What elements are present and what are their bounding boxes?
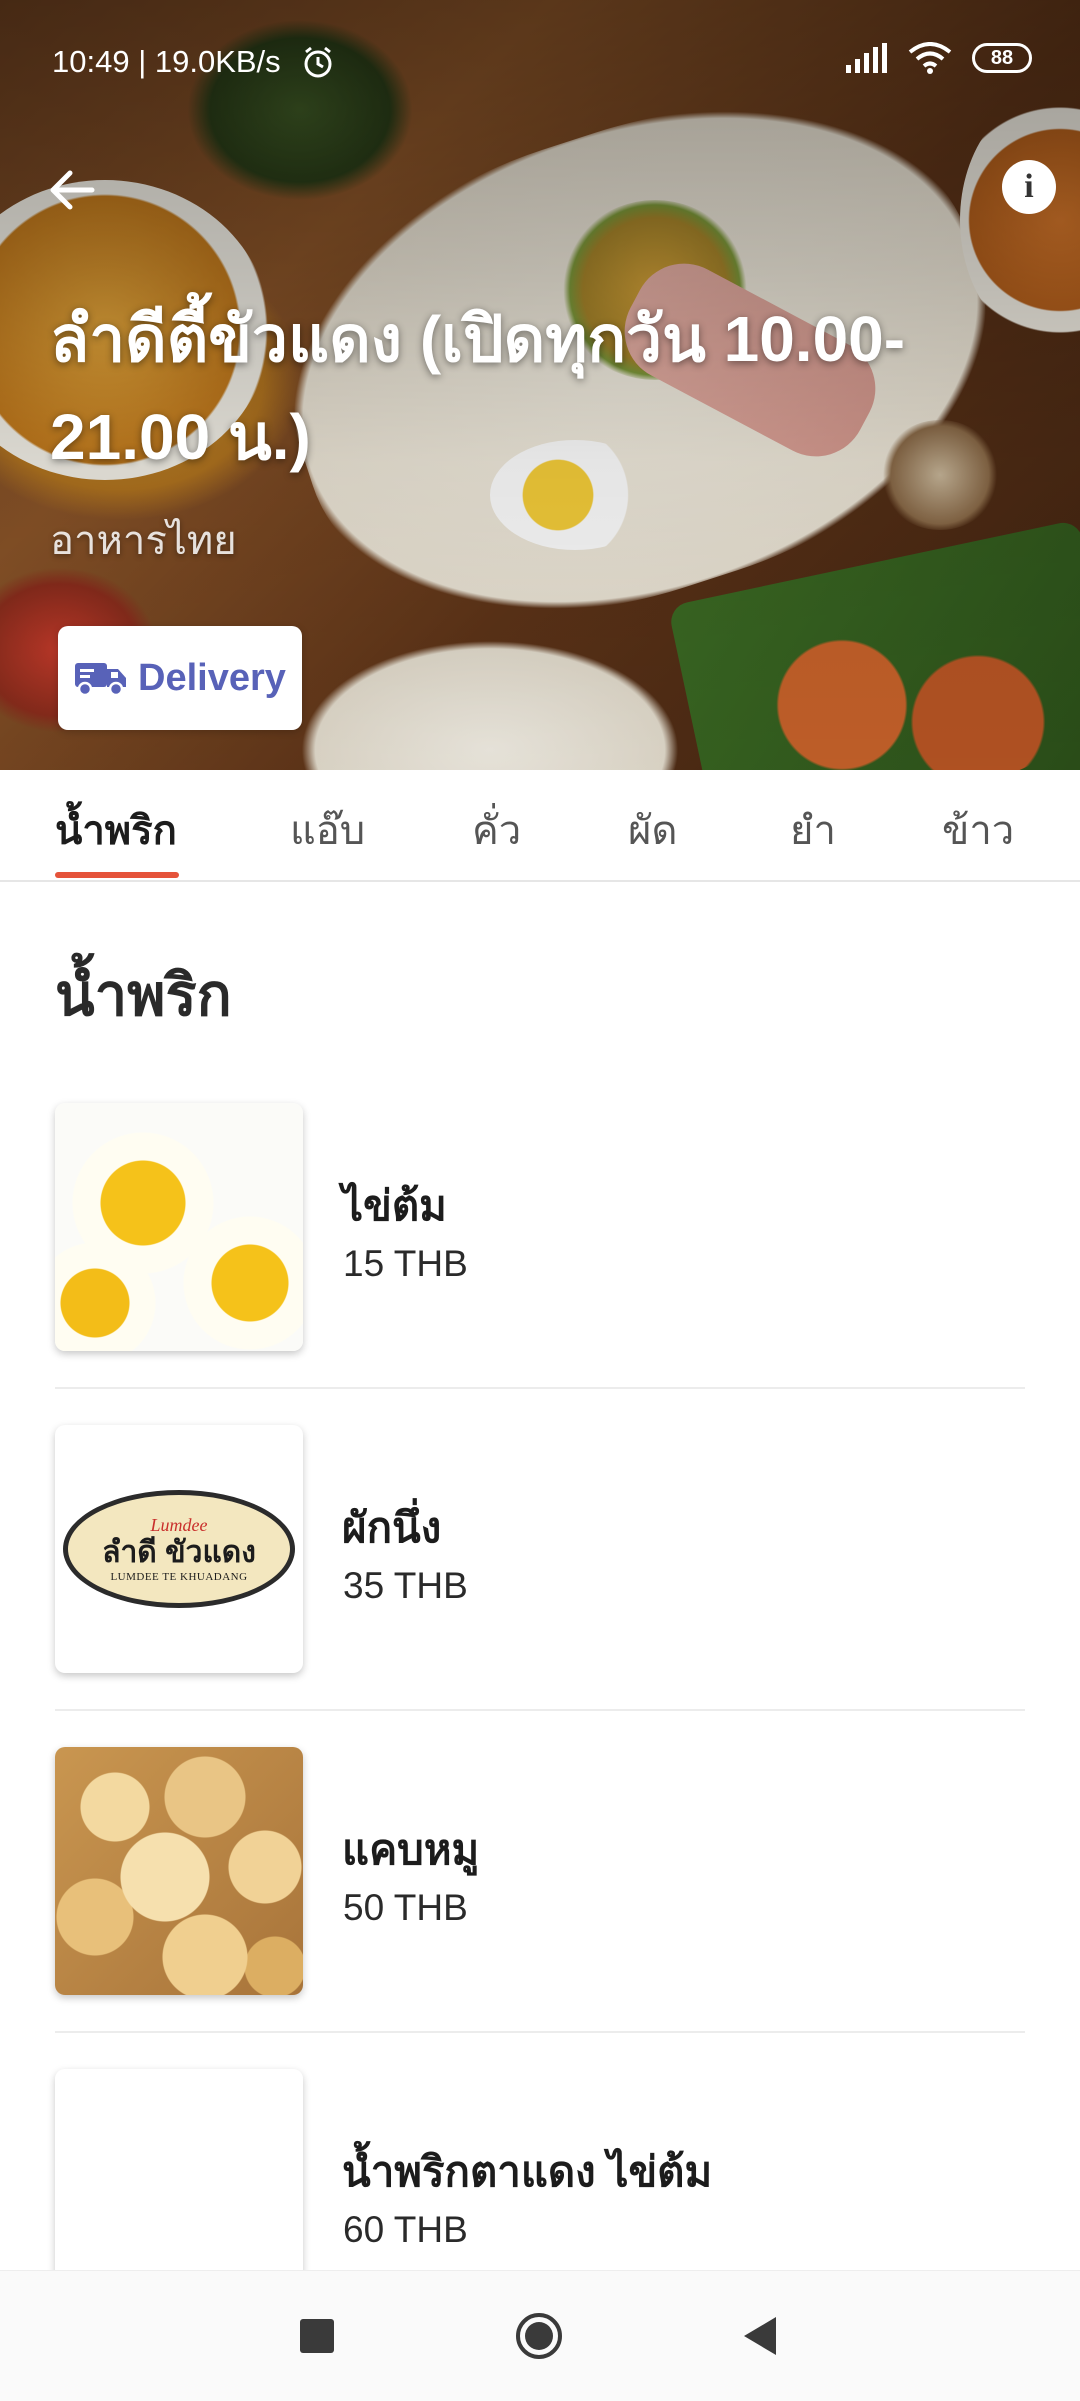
battery-indicator: 88 [972,43,1032,73]
system-nav-bar [0,2270,1080,2401]
wifi-icon [908,42,952,74]
active-tab-indicator [55,872,179,878]
alarm-icon [304,46,332,78]
back-triangle-icon[interactable] [742,2315,778,2357]
tab-yam[interactable]: ยำ [790,798,836,862]
delivery-label: Delivery [138,656,286,699]
section-title: น้ำพริก [55,963,232,1028]
menu-item-image [55,1103,303,1351]
store-title: ลำดีตี้ขัวแดง (เปิดทุกวัน 10.00-21.00 น.… [50,303,906,473]
divider [55,2031,1025,2033]
tab-khua[interactable]: คั่ว [472,798,521,862]
menu-item[interactable]: Lumdee ลำดี ขัวแดง LUMDEE TE KHUADANG ผั… [55,1425,1025,1747]
status-time: 10:49 | 19.0KB/s [52,44,281,79]
home-icon[interactable] [514,2311,564,2361]
divider [55,1387,1025,1389]
menu-item-name: ไข่ต้ม [342,1182,447,1229]
menu-item-price: 60 THB [343,2209,468,2250]
tab-nam-prik[interactable]: น้ำพริก [55,798,177,862]
restaurant-logo: Lumdee ลำดี ขัวแดง LUMDEE TE KHUADANG [63,1490,295,1608]
store-cuisine: อาหารไทย [50,518,237,564]
delivery-badge[interactable]: Delivery [58,626,302,730]
info-icon[interactable]: i [1002,160,1056,214]
tab-aeb[interactable]: แอ๊บ [290,798,365,862]
menu-item[interactable]: ไข่ต้ม 15 THB [55,1103,1025,1425]
tab-khao[interactable]: ข้าว [942,798,1014,862]
menu-item-image: Lumdee ลำดี ขัวแดง LUMDEE TE KHUADANG [55,1425,303,1673]
menu-item-price: 50 THB [343,1887,468,1928]
menu-item-price: 35 THB [343,1565,468,1606]
menu-item-name: น้ำพริกตาแดง ไข่ต้ม [342,2148,713,2195]
menu-item-name: แคบหมู [342,1826,480,1873]
divider [55,1709,1025,1711]
menu-item-image [55,1747,303,1995]
menu-item[interactable]: แคบหมู 50 THB [55,1747,1025,2069]
category-tabs: น้ำพริก แอ๊บ คั่ว ผัด ยำ ข้าว [0,770,1080,882]
tab-phat[interactable]: ผัด [628,798,677,862]
signal-icon [846,43,887,73]
recents-icon[interactable] [300,2319,334,2353]
status-bar: 10:49 | 19.0KB/s 88 [0,0,1080,130]
arrow-left-icon[interactable] [42,160,102,220]
menu-item-price: 15 THB [343,1243,468,1284]
menu-item-name: ผักนึ่ง [342,1504,442,1551]
truck-icon [75,663,127,697]
